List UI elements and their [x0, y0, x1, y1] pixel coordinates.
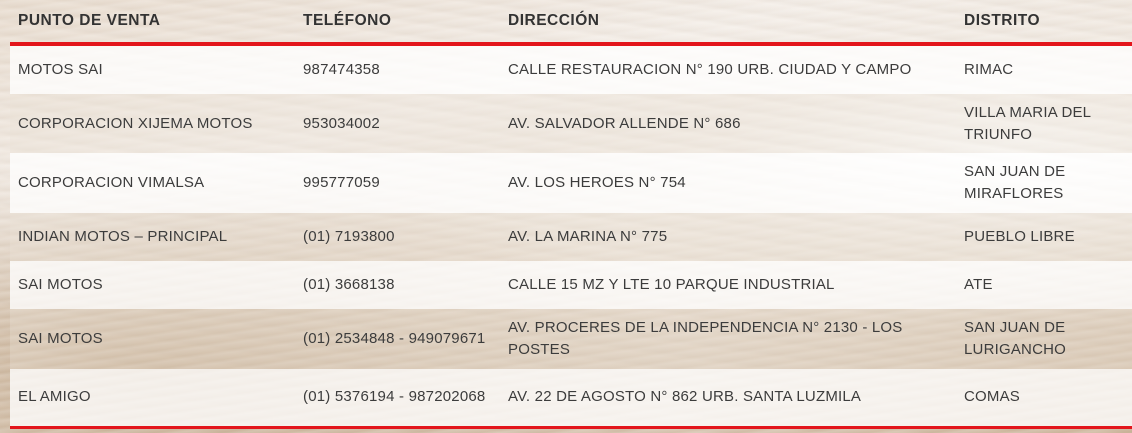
table-body: MOTOS SAI 987474358 CALLE RESTAURACION N… [10, 44, 1132, 429]
table-row: MOTOS SAI 987474358 CALLE RESTAURACION N… [10, 44, 1132, 94]
cell-distrito: SAN JUAN DE LURIGANCHO [956, 309, 1132, 369]
cell-telefono: (01) 7193800 [295, 213, 500, 261]
column-header-telefono: TELÉFONO [295, 0, 500, 46]
table-row: CORPORACION XIJEMA MOTOS 953034002 AV. S… [10, 94, 1132, 153]
cell-punto: CORPORACION VIMALSA [10, 153, 295, 213]
dealers-table-container: PUNTO DE VENTA TELÉFONO DIRECCIÓN DISTRI… [10, 0, 1132, 429]
table-header: PUNTO DE VENTA TELÉFONO DIRECCIÓN DISTRI… [10, 0, 1132, 46]
column-header-distrito: DISTRITO [956, 0, 1132, 46]
cell-punto: EL AMIGO [10, 369, 295, 429]
table-row: CORPORACION VIMALSA 995777059 AV. LOS HE… [10, 153, 1132, 213]
cell-telefono: 987474358 [295, 44, 500, 94]
cell-direccion: AV. SALVADOR ALLENDE N° 686 [500, 94, 956, 153]
cell-punto: SAI MOTOS [10, 309, 295, 369]
cell-direccion: AV. PROCERES DE LA INDEPENDENCIA N° 2130… [500, 309, 956, 369]
cell-direccion: CALLE 15 MZ Y LTE 10 PARQUE INDUSTRIAL [500, 261, 956, 309]
cell-punto: CORPORACION XIJEMA MOTOS [10, 94, 295, 153]
dealers-table: PUNTO DE VENTA TELÉFONO DIRECCIÓN DISTRI… [10, 0, 1132, 429]
cell-distrito: VILLA MARIA DEL TRIUNFO [956, 94, 1132, 153]
table-row: INDIAN MOTOS – PRINCIPAL (01) 7193800 AV… [10, 213, 1132, 261]
cell-direccion: AV. LOS HEROES N° 754 [500, 153, 956, 213]
cell-distrito: SAN JUAN DE MIRAFLORES [956, 153, 1132, 213]
cell-telefono: (01) 2534848 - 949079671 [295, 309, 500, 369]
table-row: SAI MOTOS (01) 3668138 CALLE 15 MZ Y LTE… [10, 261, 1132, 309]
header-row: PUNTO DE VENTA TELÉFONO DIRECCIÓN DISTRI… [10, 0, 1132, 46]
table-row: SAI MOTOS (01) 2534848 - 949079671 AV. P… [10, 309, 1132, 369]
cell-distrito: PUEBLO LIBRE [956, 213, 1132, 261]
cell-punto: SAI MOTOS [10, 261, 295, 309]
cell-telefono: (01) 3668138 [295, 261, 500, 309]
cell-direccion: AV. LA MARINA N° 775 [500, 213, 956, 261]
column-header-punto: PUNTO DE VENTA [10, 0, 295, 46]
cell-distrito: ATE [956, 261, 1132, 309]
table-row: EL AMIGO (01) 5376194 - 987202068 AV. 22… [10, 369, 1132, 429]
cell-distrito: RIMAC [956, 44, 1132, 94]
cell-direccion: AV. 22 DE AGOSTO N° 862 URB. SANTA LUZMI… [500, 369, 956, 429]
column-header-direccion: DIRECCIÓN [500, 0, 956, 46]
cell-telefono: (01) 5376194 - 987202068 [295, 369, 500, 429]
cell-telefono: 995777059 [295, 153, 500, 213]
cell-distrito: COMAS [956, 369, 1132, 429]
cell-punto: INDIAN MOTOS – PRINCIPAL [10, 213, 295, 261]
cell-telefono: 953034002 [295, 94, 500, 153]
cell-direccion: CALLE RESTAURACION N° 190 URB. CIUDAD Y … [500, 44, 956, 94]
cell-punto: MOTOS SAI [10, 44, 295, 94]
